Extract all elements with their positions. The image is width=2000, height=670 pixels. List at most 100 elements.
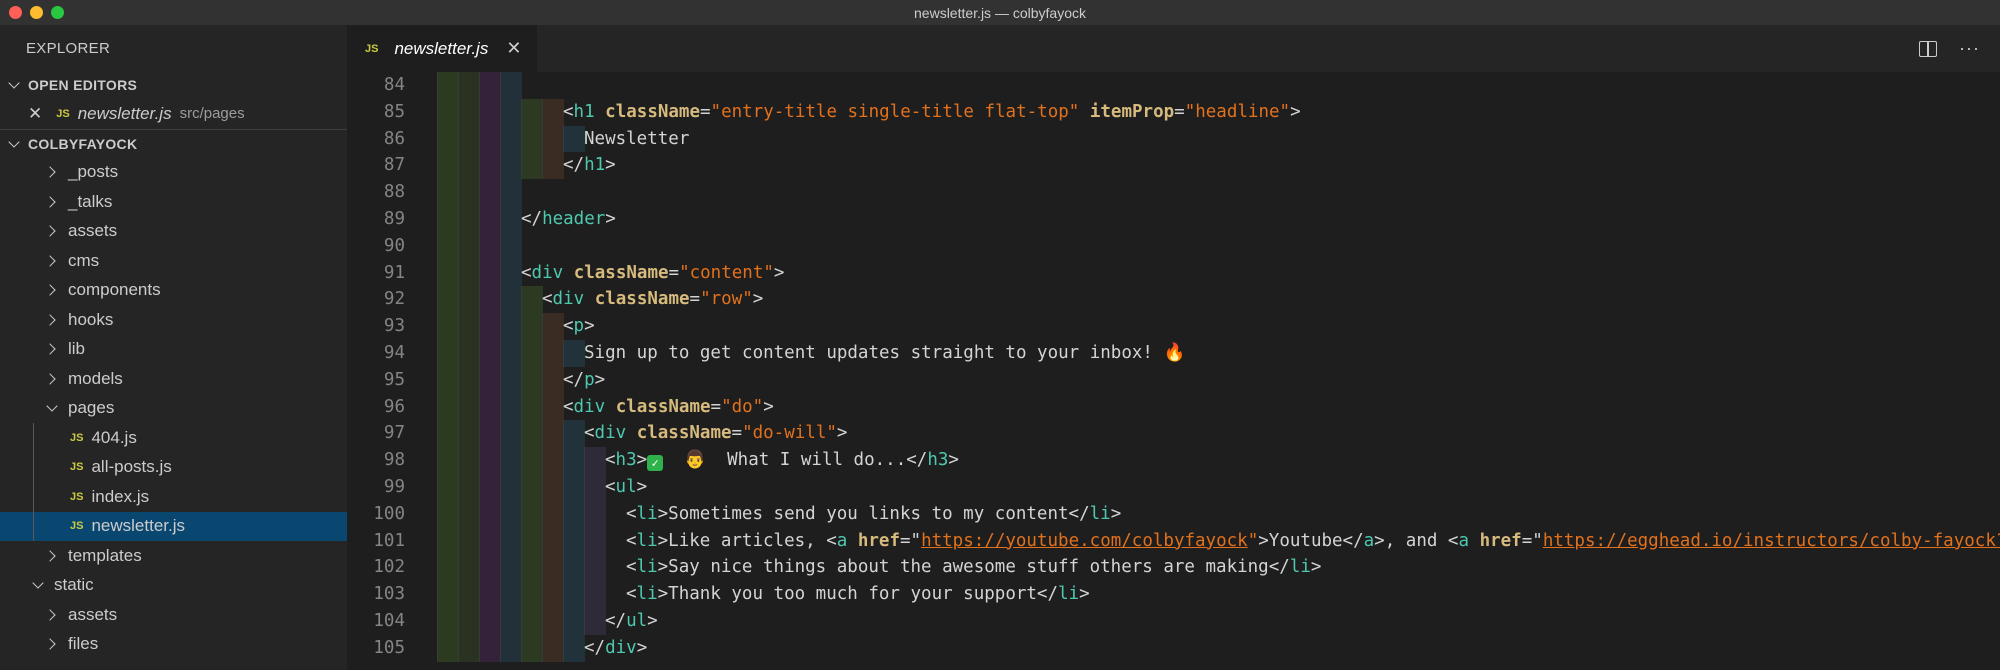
code-text: <p> xyxy=(563,313,595,340)
code-token[interactable]: https://egghead.io/instructors/colby-fay… xyxy=(1543,531,2000,551)
indent-guide xyxy=(437,313,459,340)
tree-folder-item[interactable]: models xyxy=(0,364,347,394)
close-icon[interactable]: ✕ xyxy=(506,38,521,59)
tree-item-label: models xyxy=(68,368,123,388)
indent-guide xyxy=(33,423,34,453)
close-icon[interactable]: ✕ xyxy=(28,104,42,124)
tree-file-item[interactable]: JS all-posts.js xyxy=(0,452,347,482)
indent-guide xyxy=(458,179,480,206)
indent-guide xyxy=(500,286,522,314)
project-section[interactable]: COLBYFAYOCK xyxy=(0,128,347,158)
code-token[interactable]: https://youtube.com/colbyfayock xyxy=(921,531,1248,551)
open-editor-item[interactable]: ✕ JS newsletter.js src/pages xyxy=(0,99,347,129)
code-token: = xyxy=(668,262,680,283)
tree-folder-item[interactable]: static xyxy=(0,571,347,601)
code-token: < xyxy=(605,450,616,471)
code-token: < xyxy=(605,477,616,497)
tree-folder-item[interactable]: files xyxy=(0,630,347,660)
indent-guide xyxy=(500,313,522,340)
tree-file-item[interactable]: JS newsletter.js xyxy=(0,511,347,541)
close-window-button[interactable] xyxy=(9,6,22,19)
code-line: 104 </ul> xyxy=(347,608,2000,635)
chevron-right-icon xyxy=(46,255,58,267)
window-controls xyxy=(9,6,64,19)
tab-newsletter-js[interactable]: JS newsletter.js ✕ xyxy=(347,25,538,72)
code-token: div xyxy=(552,289,585,310)
indent-guide xyxy=(500,232,522,260)
code-token: p xyxy=(584,369,595,390)
tree-file-item[interactable]: JS index.js xyxy=(0,482,347,512)
tree-folder-item[interactable]: assets xyxy=(0,217,347,247)
line-number: 88 xyxy=(383,182,405,203)
title-bar: newsletter.js — colbyfayock xyxy=(0,0,2000,26)
indent-guide xyxy=(521,340,543,367)
line-number: 101 xyxy=(373,530,405,551)
code-editor[interactable]: 84 85 <h1 className="entry-title single-ti… xyxy=(347,72,2000,670)
indent-guide xyxy=(479,340,501,367)
more-actions-icon[interactable]: ··· xyxy=(1959,38,1980,59)
indent-guide xyxy=(521,447,543,474)
indent-guide xyxy=(500,500,522,528)
tree-folder-item[interactable]: _posts xyxy=(0,158,347,188)
tree-item-label: components xyxy=(68,280,161,300)
tree-folder-item[interactable]: cms xyxy=(0,246,347,276)
tree-folder-item[interactable]: _talks xyxy=(0,187,347,217)
tree-folder-item[interactable]: hooks xyxy=(0,305,347,335)
code-token: > xyxy=(1258,530,1269,551)
maximize-window-button[interactable] xyxy=(51,6,64,19)
code-text: Newsletter xyxy=(584,126,689,153)
indent-guide xyxy=(542,527,564,555)
indent-guide xyxy=(521,393,543,421)
line-number: 93 xyxy=(383,316,405,337)
indent-guide xyxy=(458,286,480,314)
line-number: 95 xyxy=(383,369,405,390)
tree-folder-item[interactable]: lib xyxy=(0,335,347,365)
window-title: newsletter.js — colbyfayock xyxy=(914,4,1086,21)
minimize-window-button[interactable] xyxy=(30,6,43,19)
indent-guide xyxy=(437,500,459,528)
indent-guide xyxy=(500,152,522,180)
tree-folder-item[interactable]: assets xyxy=(0,600,347,630)
indent-guide xyxy=(542,98,564,126)
tree-folder-item[interactable]: components xyxy=(0,276,347,306)
code-token: li xyxy=(1089,503,1111,524)
code-line: 102 <li>Say nice things about the awesome… xyxy=(347,554,2000,582)
code-token: < xyxy=(563,316,574,337)
indent-guide xyxy=(479,634,501,662)
tree-file-item[interactable]: JS 404.js xyxy=(0,423,347,453)
code-token: < xyxy=(563,396,574,417)
code-text: <div className="do"> xyxy=(563,394,774,421)
indent-guide xyxy=(458,420,480,448)
indent-guide xyxy=(458,98,480,126)
indent-guide xyxy=(500,393,522,421)
open-editors-section[interactable]: OPEN EDITORS xyxy=(0,71,347,99)
indent-guide xyxy=(479,259,501,287)
code-line: 91 <div className="content"> xyxy=(347,259,2000,287)
code-token: = xyxy=(731,423,743,444)
line-number: 97 xyxy=(383,423,405,444)
indent-guide xyxy=(33,511,34,541)
split-editor-icon[interactable] xyxy=(1919,40,1938,57)
indent-guide xyxy=(521,500,543,528)
chevron-right-icon xyxy=(46,550,58,562)
project-label: COLBYFAYOCK xyxy=(28,135,138,152)
indent-guide xyxy=(479,206,501,233)
line-number: 98 xyxy=(383,450,405,471)
line-number: 86 xyxy=(383,128,405,149)
code-token: className xyxy=(636,423,732,444)
code-token: > xyxy=(636,450,648,471)
tree-folder-item[interactable]: pages xyxy=(0,394,347,424)
code-token: = xyxy=(689,289,701,310)
code-text: </h1> xyxy=(563,152,616,179)
indent-guide xyxy=(479,232,501,260)
tree-folder-item[interactable]: templates xyxy=(0,541,347,571)
line-number: 103 xyxy=(373,584,405,605)
code-token: "content" xyxy=(679,262,774,283)
code-token: > xyxy=(605,155,616,176)
code-token: href xyxy=(1479,530,1522,551)
code-token: Sign up to get content updates straight … xyxy=(584,343,1164,363)
explorer-sidebar: EXPLORER OPEN EDITORS ✕ JS newsletter.js… xyxy=(0,25,347,670)
code-text: <div className="content"> xyxy=(521,260,784,287)
